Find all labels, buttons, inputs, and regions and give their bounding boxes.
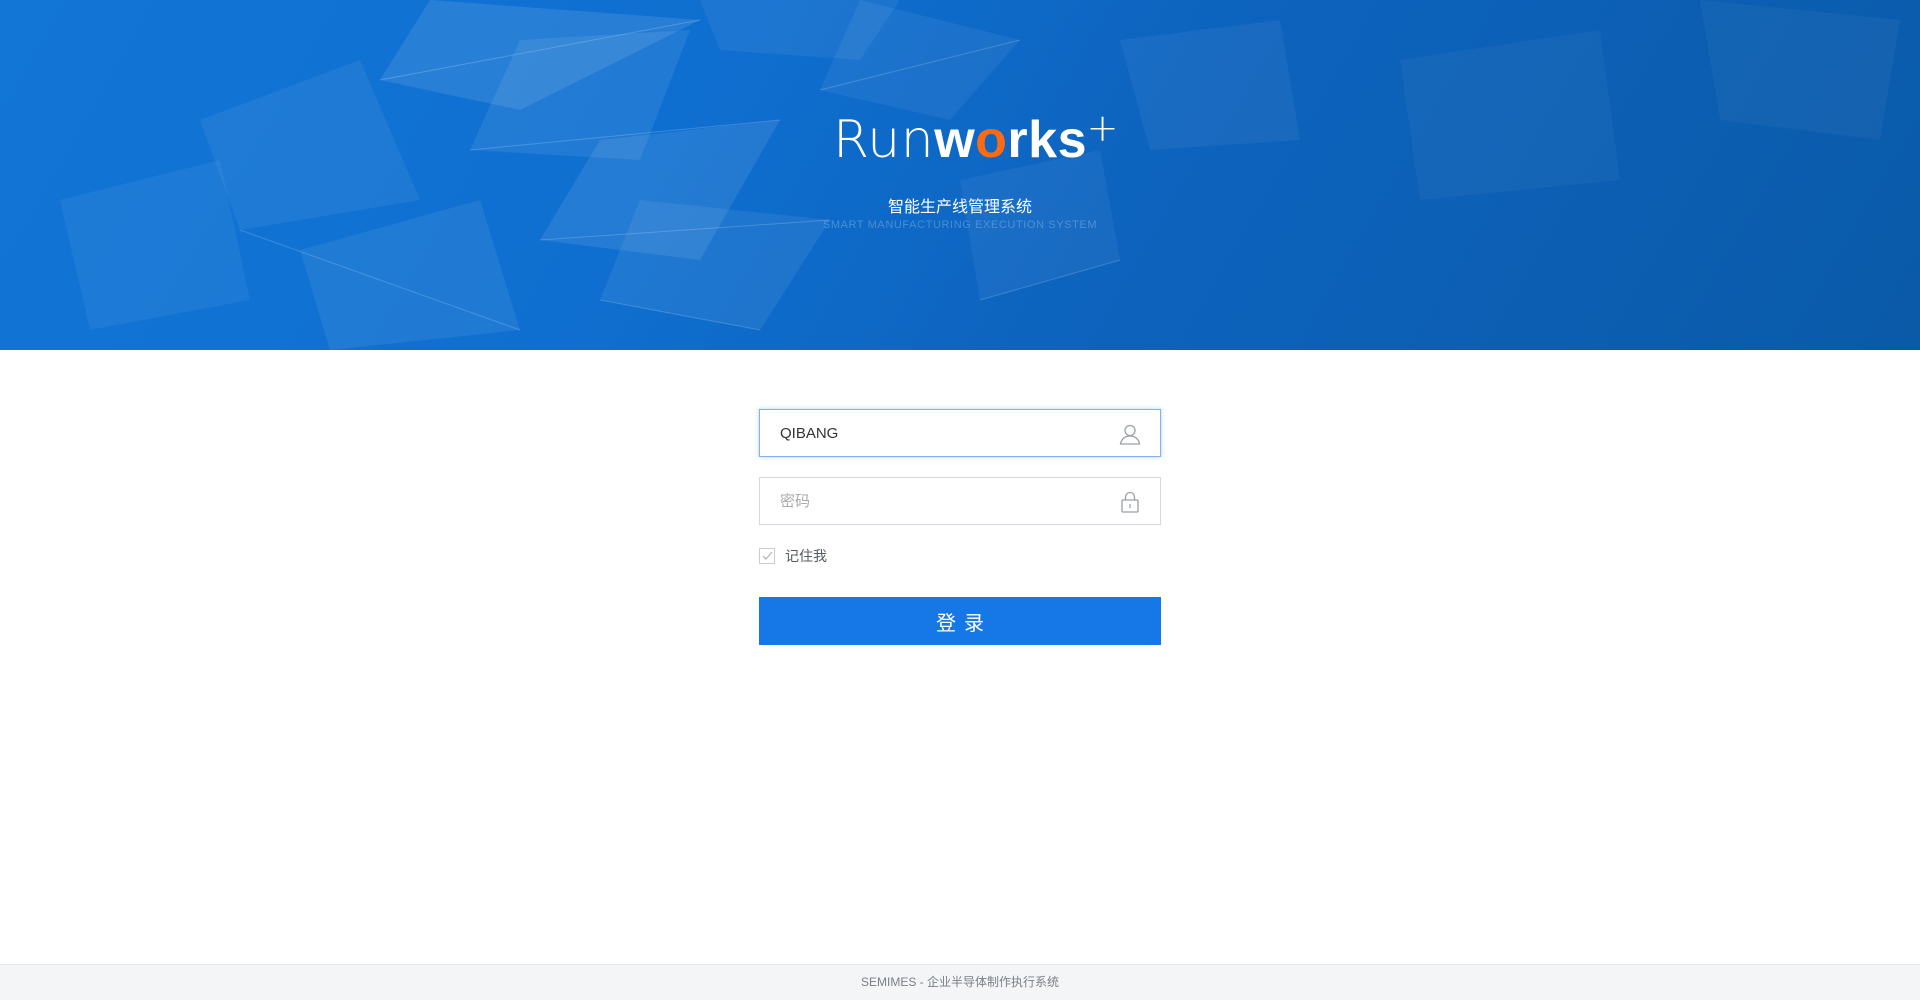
banner-background-art <box>60 0 1900 350</box>
logo-accent-letter: o <box>975 111 1008 169</box>
app-logo: Runworks + <box>0 106 1920 170</box>
check-icon <box>762 551 773 560</box>
password-field <box>759 477 1161 525</box>
logo-text-bold-end: rks <box>1007 111 1087 169</box>
login-form: 记住我 登录 <box>759 409 1161 645</box>
remember-me-label[interactable]: 记住我 <box>785 546 827 566</box>
logo-text-light: Run <box>832 110 935 170</box>
lock-icon <box>1118 490 1142 514</box>
user-icon <box>1118 422 1142 446</box>
remember-me-checkbox[interactable] <box>759 548 775 564</box>
login-page: Runworks + 智能生产线管理系统 SMART MANUFACTURING… <box>0 0 1920 1000</box>
password-input[interactable] <box>760 478 1160 524</box>
logo-text-bold: w <box>934 111 976 169</box>
app-subtitle-english: SMART MANUFACTURING EXECUTION SYSTEM <box>822 219 1098 231</box>
footer: SEMIMES - 企业半导体制作执行系统 <box>0 964 1920 1000</box>
footer-text: SEMIMES - 企业半导体制作执行系统 <box>860 975 1059 989</box>
login-button[interactable]: 登录 <box>759 597 1161 645</box>
username-field <box>759 409 1161 457</box>
remember-me-row: 记住我 <box>759 545 1161 567</box>
app-subtitle: 智能生产线管理系统 <box>887 199 1032 216</box>
username-input[interactable] <box>760 410 1160 456</box>
header-banner: Runworks + 智能生产线管理系统 SMART MANUFACTURING… <box>0 0 1920 350</box>
logo-plus-mark: + <box>1086 106 1119 150</box>
